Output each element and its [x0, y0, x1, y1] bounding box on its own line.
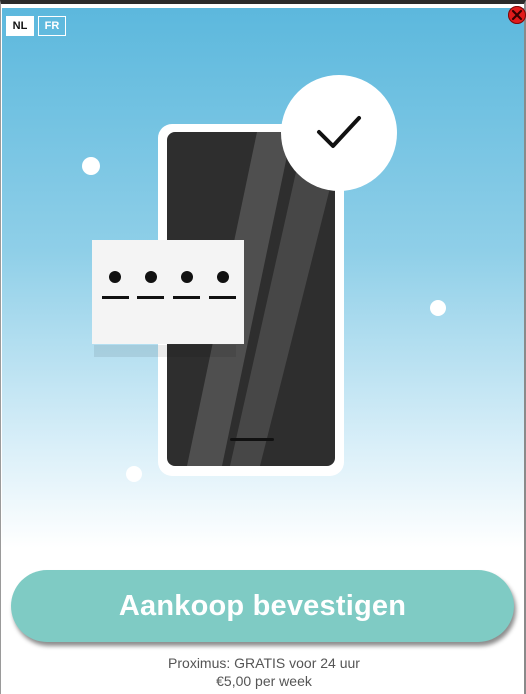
pin-dot [181, 271, 193, 283]
confirm-purchase-label: Aankoop bevestigen [118, 589, 407, 622]
pricing-line-2: €5,00 per week [216, 673, 312, 689]
pin-dot [145, 271, 157, 283]
pricing-line-1: Proximus: GRATIS voor 24 uur [168, 655, 360, 671]
decor-dot [430, 300, 446, 316]
phone-confirmation-illustration [82, 75, 446, 482]
pin-card [92, 240, 244, 357]
pin-dot [217, 271, 229, 283]
decor-dot [126, 466, 142, 482]
popup-window: NL FR Aankoop bevestigen Proximus: GRATI… [0, 0, 526, 694]
close-icon[interactable] [508, 6, 526, 24]
pricing-info: Proximus: GRATIS voor 24 uur €5,00 per w… [1, 654, 526, 690]
hero-illustration-area: NL FR [2, 8, 524, 548]
language-fr-button[interactable]: FR [38, 16, 66, 36]
decor-dot [82, 157, 100, 175]
confirm-purchase-button[interactable]: Aankoop bevestigen [11, 570, 514, 642]
language-nl-button[interactable]: NL [6, 16, 34, 36]
pin-dot [109, 271, 121, 283]
checkmark-icon [281, 75, 397, 191]
